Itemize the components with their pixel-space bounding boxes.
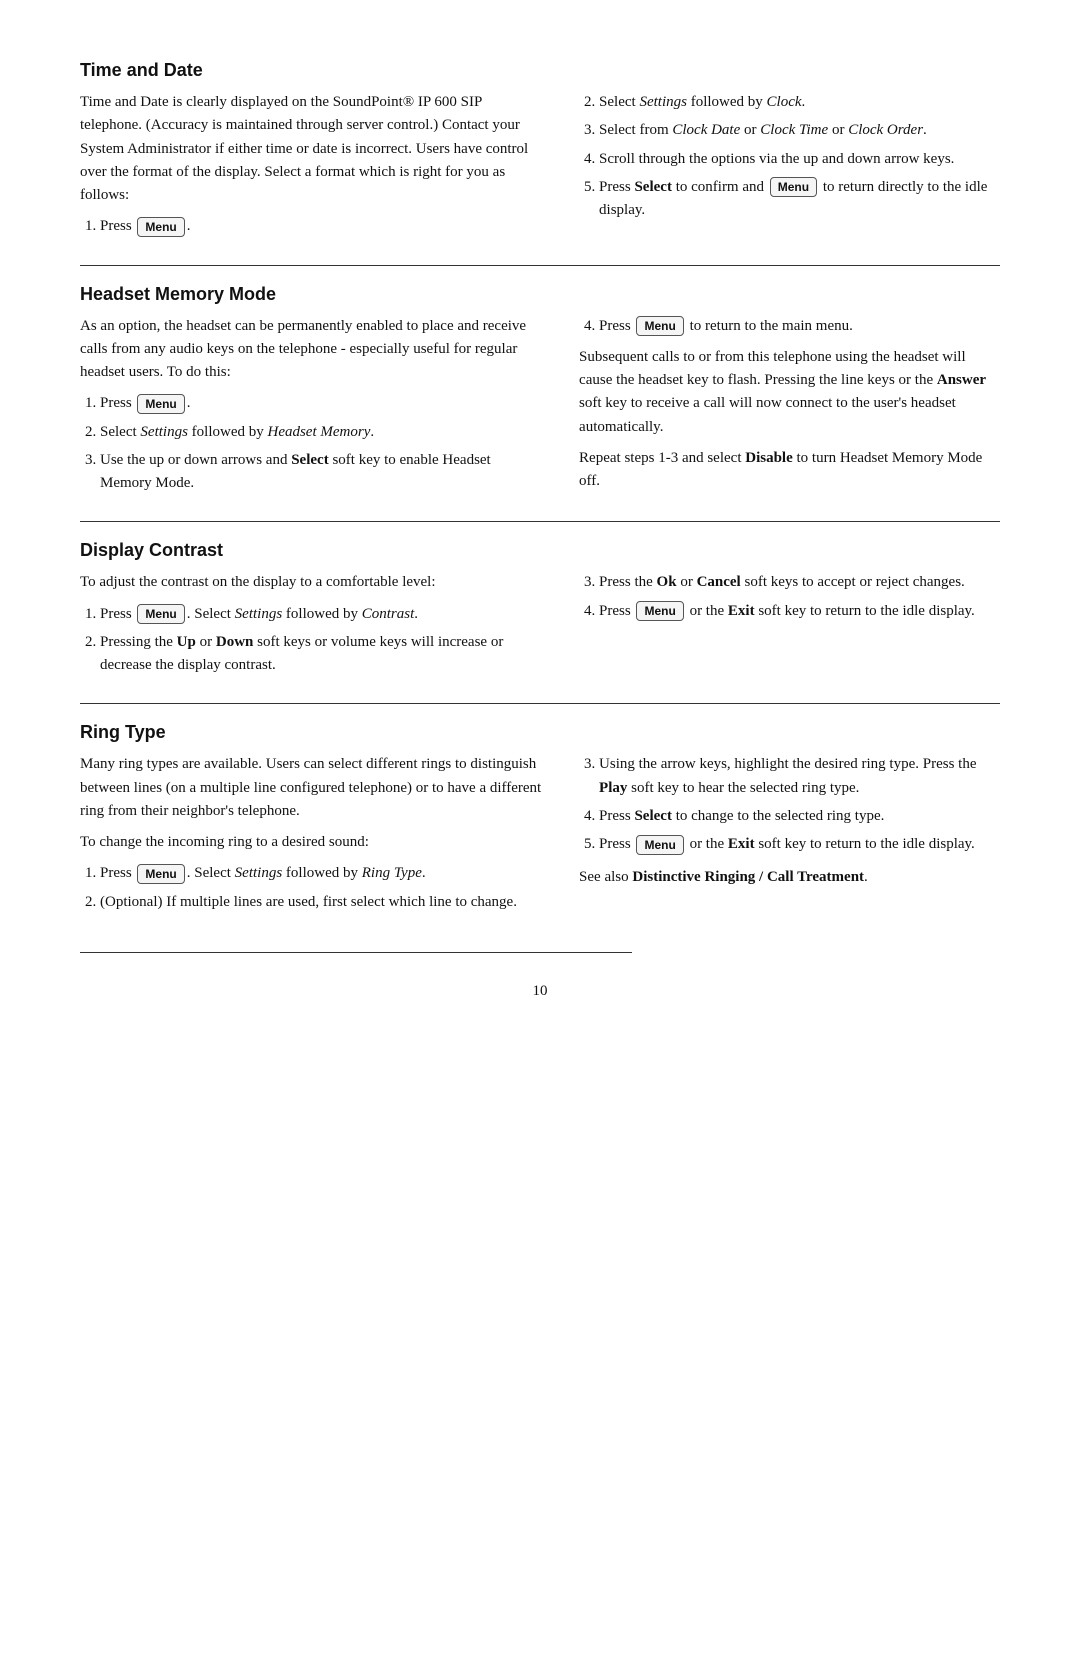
display-contrast-right-steps: Press the Ok or Cancel soft keys to acce…: [599, 571, 1000, 623]
step-text: Press: [100, 218, 135, 234]
ring-type-intro1: Many ring types are available. Users can…: [80, 753, 543, 823]
list-item: Press Menu.: [100, 392, 543, 415]
headset-columns: As an option, the headset can be permane…: [80, 315, 1000, 504]
section-headset-memory-mode: Headset Memory Mode As an option, the he…: [80, 284, 1000, 504]
list-item: Select from Clock Date or Clock Time or …: [599, 119, 1000, 142]
list-item: Select Settings followed by Headset Memo…: [100, 421, 543, 444]
list-item: Press Menu.: [100, 215, 543, 238]
time-and-date-right: Select Settings followed by Clock. Selec…: [579, 91, 1000, 247]
time-and-date-left: Time and Date is clearly displayed on th…: [80, 91, 543, 247]
time-and-date-right-steps: Select Settings followed by Clock. Selec…: [599, 91, 1000, 222]
section-title-time-and-date: Time and Date: [80, 60, 1000, 81]
headset-right-steps: Press Menu to return to the main menu.: [599, 315, 1000, 338]
list-item: Press Menu. Select Settings followed by …: [100, 603, 543, 626]
section-title-headset-memory-mode: Headset Memory Mode: [80, 284, 1000, 305]
list-item: Press Menu or the Exit soft key to retur…: [599, 600, 1000, 623]
menu-button[interactable]: Menu: [137, 394, 184, 414]
display-contrast-right: Press the Ok or Cancel soft keys to acce…: [579, 571, 1000, 685]
headset-para1: Subsequent calls to or from this telepho…: [579, 346, 1000, 439]
divider-2: [80, 521, 1000, 522]
page-content: Time and Date Time and Date is clearly d…: [80, 60, 1000, 1000]
page-bottom: 10: [80, 952, 1000, 1000]
menu-button[interactable]: Menu: [770, 177, 817, 197]
menu-button[interactable]: Menu: [137, 604, 184, 624]
headset-left: As an option, the headset can be permane…: [80, 315, 543, 504]
list-item: (Optional) If multiple lines are used, f…: [100, 891, 543, 914]
list-item: Press Menu or the Exit soft key to retur…: [599, 833, 1000, 856]
divider-1: [80, 265, 1000, 266]
page-number: 10: [80, 983, 1000, 1000]
ring-type-intro2: To change the incoming ring to a desired…: [80, 831, 543, 854]
display-contrast-columns: To adjust the contrast on the display to…: [80, 571, 1000, 685]
ring-type-right-steps: Using the arrow keys, highlight the desi…: [599, 753, 1000, 856]
menu-button[interactable]: Menu: [636, 835, 683, 855]
section-time-and-date: Time and Date Time and Date is clearly d…: [80, 60, 1000, 247]
list-item: Press the Ok or Cancel soft keys to acce…: [599, 571, 1000, 594]
divider-3: [80, 703, 1000, 704]
ring-type-columns: Many ring types are available. Users can…: [80, 753, 1000, 922]
section-display-contrast: Display Contrast To adjust the contrast …: [80, 540, 1000, 685]
display-contrast-left-steps: Press Menu. Select Settings followed by …: [100, 603, 543, 678]
headset-left-steps: Press Menu. Select Settings followed by …: [100, 392, 543, 495]
headset-right: Press Menu to return to the main menu. S…: [579, 315, 1000, 504]
list-item: Select Settings followed by Clock.: [599, 91, 1000, 114]
step-text: .: [187, 218, 191, 234]
display-contrast-left: To adjust the contrast on the display to…: [80, 571, 543, 685]
menu-button[interactable]: Menu: [137, 217, 184, 237]
ring-type-left-steps: Press Menu. Select Settings followed by …: [100, 862, 543, 914]
ring-type-right: Using the arrow keys, highlight the desi…: [579, 753, 1000, 922]
menu-button[interactable]: Menu: [636, 316, 683, 336]
list-item: Use the up or down arrows and Select sof…: [100, 449, 543, 496]
ring-type-left: Many ring types are available. Users can…: [80, 753, 543, 922]
time-and-date-intro: Time and Date is clearly displayed on th…: [80, 91, 543, 207]
section-title-ring-type: Ring Type: [80, 722, 1000, 743]
list-item: Press Menu to return to the main menu.: [599, 315, 1000, 338]
list-item: Pressing the Up or Down soft keys or vol…: [100, 631, 543, 678]
time-and-date-columns: Time and Date is clearly displayed on th…: [80, 91, 1000, 247]
section-title-display-contrast: Display Contrast: [80, 540, 1000, 561]
headset-para2: Repeat steps 1-3 and select Disable to t…: [579, 447, 1000, 494]
menu-button[interactable]: Menu: [636, 601, 683, 621]
see-also: See also Distinctive Ringing / Call Trea…: [579, 866, 1000, 889]
list-item: Press Select to confirm and Menu to retu…: [599, 176, 1000, 223]
list-item: Scroll through the options via the up an…: [599, 148, 1000, 171]
headset-intro: As an option, the headset can be permane…: [80, 315, 543, 385]
list-item: Using the arrow keys, highlight the desi…: [599, 753, 1000, 800]
time-and-date-left-steps: Press Menu.: [100, 215, 543, 238]
list-item: Press Select to change to the selected r…: [599, 805, 1000, 828]
list-item: Press Menu. Select Settings followed by …: [100, 862, 543, 885]
menu-button[interactable]: Menu: [137, 864, 184, 884]
bottom-divider: [80, 952, 632, 953]
section-ring-type: Ring Type Many ring types are available.…: [80, 722, 1000, 922]
display-contrast-intro: To adjust the contrast on the display to…: [80, 571, 543, 594]
